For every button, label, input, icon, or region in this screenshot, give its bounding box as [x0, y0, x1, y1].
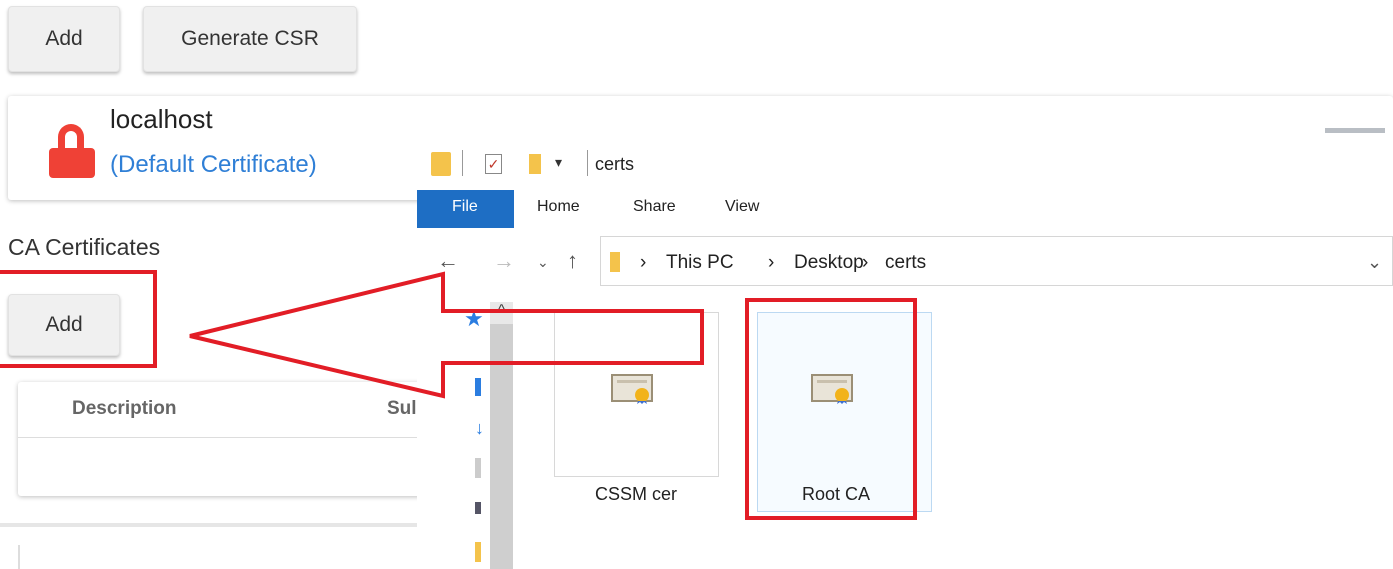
annotation-arrow [189, 271, 704, 399]
